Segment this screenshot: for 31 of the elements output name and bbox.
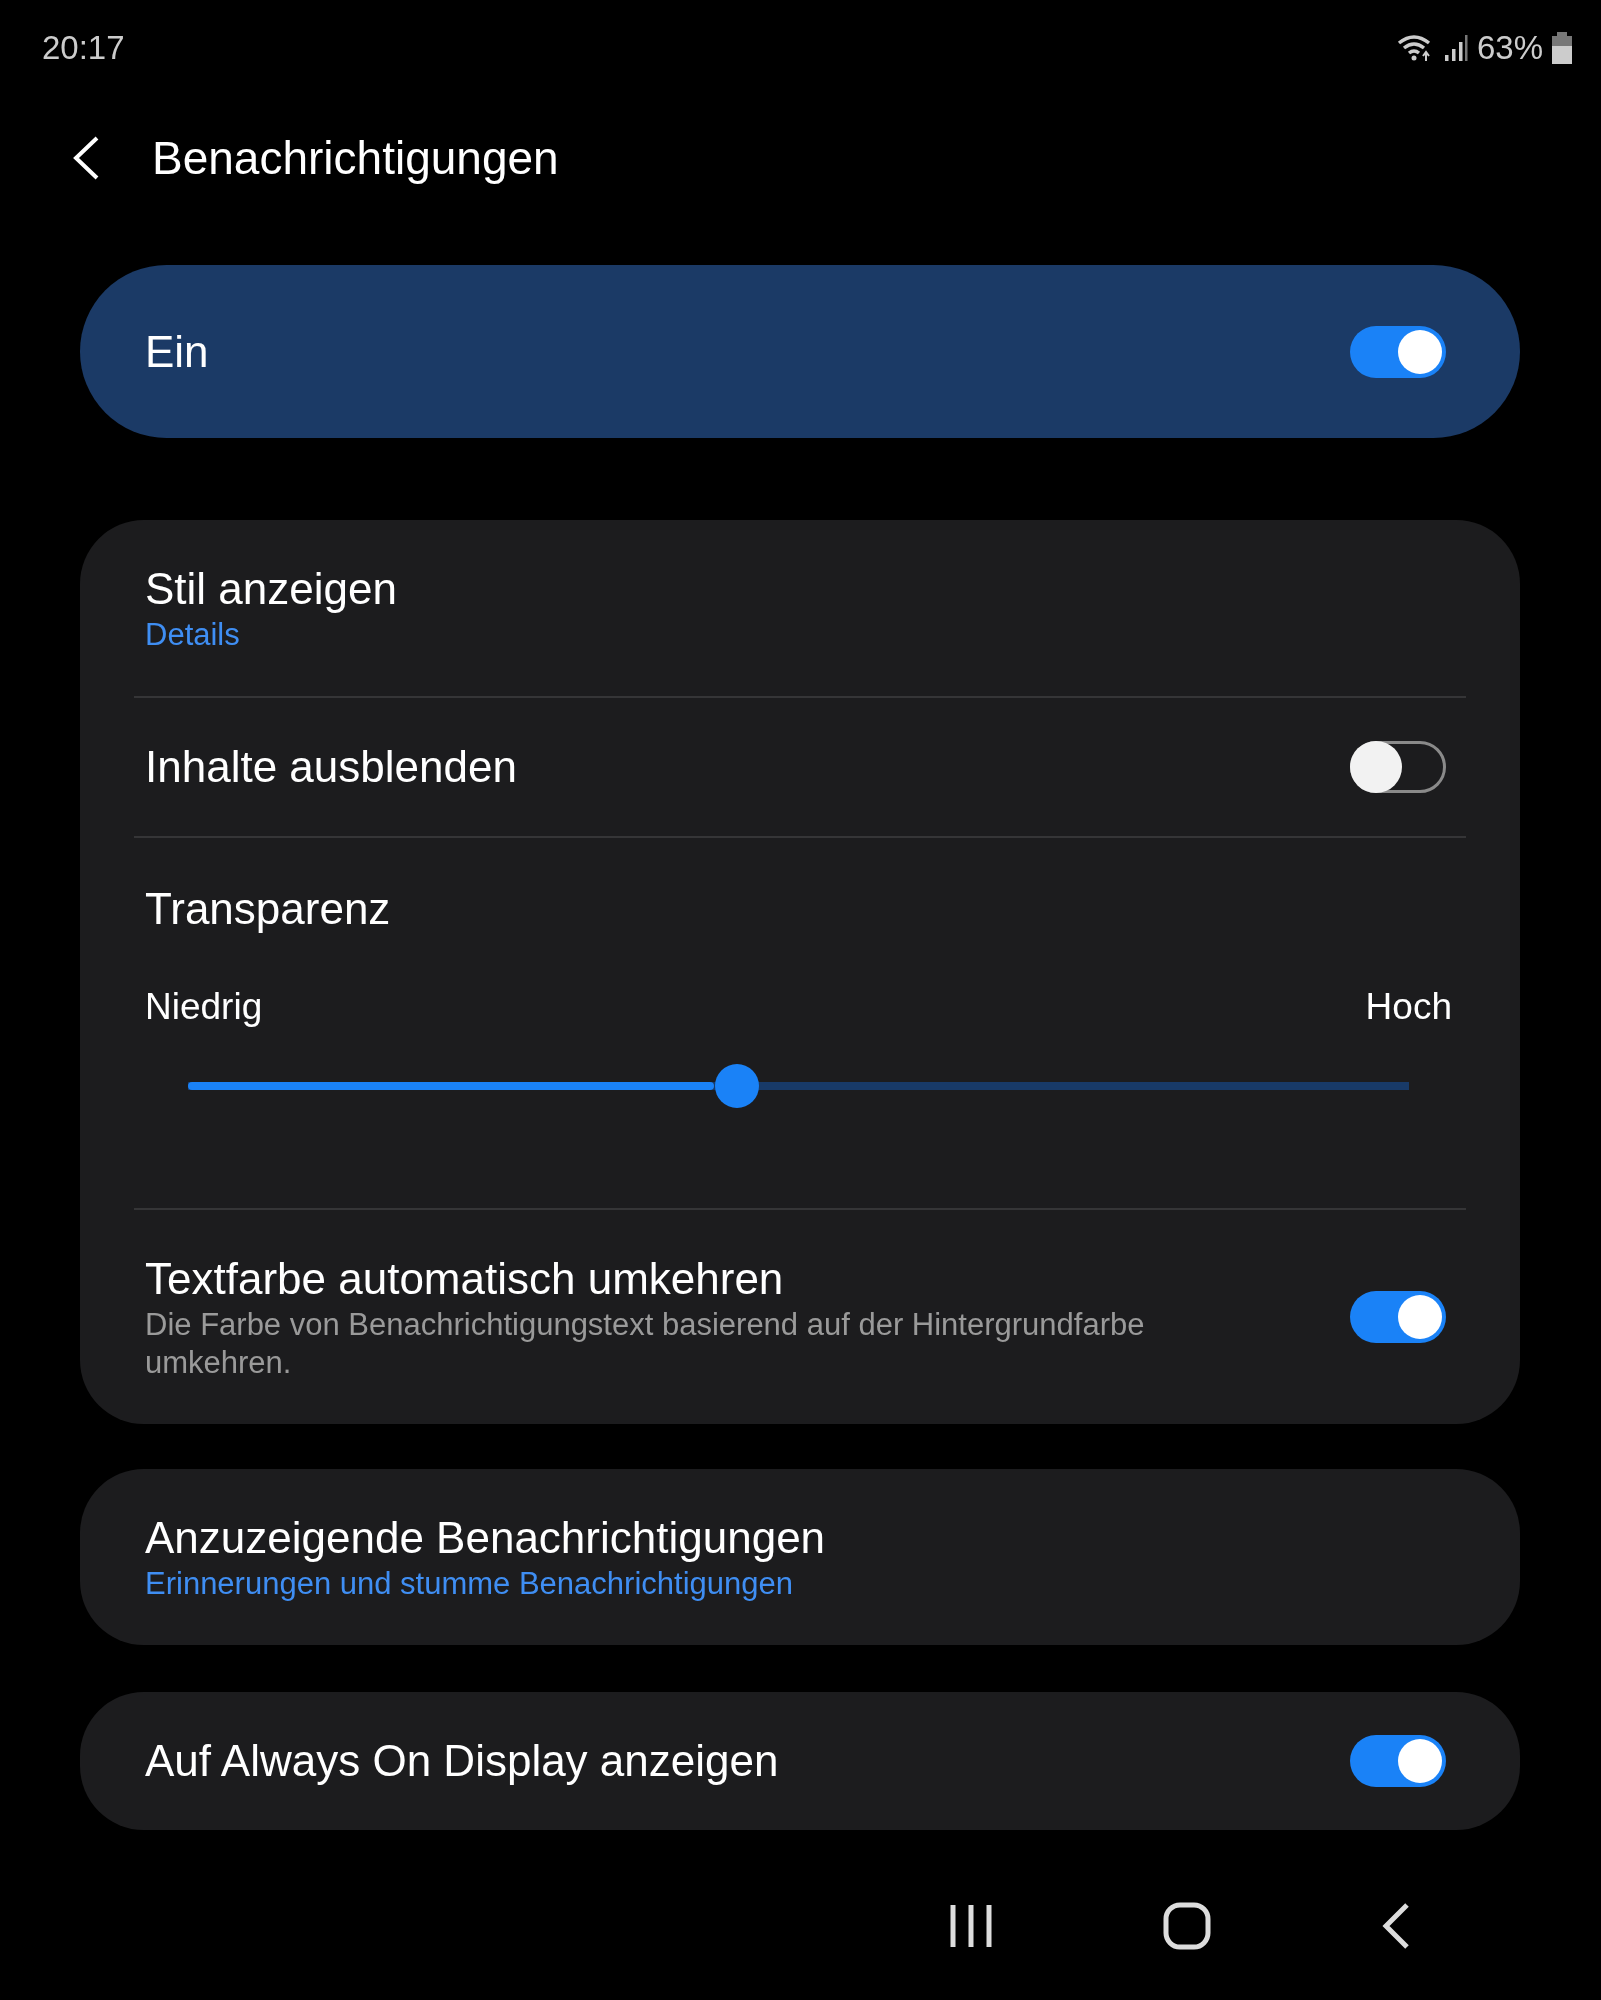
toggle-switch[interactable]	[1350, 325, 1446, 378]
setting-title: Anzuzeigende Benachrichtigungen	[145, 1512, 826, 1564]
setting-title: Auf Always On Display anzeigen	[145, 1735, 779, 1787]
toggle-switch[interactable]	[1350, 1291, 1446, 1343]
setting-row[interactable]: Inhalte ausblenden	[80, 698, 1520, 836]
setting-row[interactable]: Auf Always On Display anzeigen	[80, 1692, 1520, 1830]
toggle-switch[interactable]	[1350, 741, 1446, 793]
setting-title: Inhalte ausblenden	[145, 741, 517, 793]
setting-row[interactable]: Stil anzeigen Details	[80, 520, 1520, 696]
slider-max-label: Hoch	[1365, 986, 1452, 1028]
battery-icon	[1551, 31, 1573, 65]
master-switch-bar[interactable]: Ein	[80, 265, 1520, 438]
clock-time: 20:17	[42, 29, 125, 67]
setting-summary: Die Farbe von Benachrichtigungstext basierend auf der Hintergrundfarbe umkehren.	[145, 1306, 1146, 1382]
home-icon[interactable]	[1163, 1902, 1211, 1950]
switch-label: Ein	[145, 326, 209, 377]
setting-summary: Erinnerungen und stumme Benachrichtigungen	[145, 1565, 794, 1603]
setting-title: Textfarbe automatisch umkehren	[145, 1253, 785, 1305]
battery-percentage: 63%	[1476, 29, 1543, 67]
toggle-switch[interactable]	[1350, 1735, 1446, 1787]
recent-apps-icon[interactable]	[949, 1903, 993, 1949]
setting-summary: Details	[145, 616, 241, 654]
slider-min-label: Niedrig	[145, 986, 263, 1028]
setting-row[interactable]: Anzuzeigende Benachrichtigungen Erinnerungen und stumme Benachrichtigungen	[80, 1469, 1520, 1645]
signal-icon	[1442, 33, 1469, 63]
setting-row[interactable]: Textfarbe automatisch umkehren Die Farbe von Benachrichtigungstext basierend auf der Hintergrundfarbe umkehren.	[80, 1210, 1520, 1424]
setting-title: Transparenz	[145, 883, 392, 935]
setting-title: Stil anzeigen	[145, 563, 397, 615]
page-title: Benachrichtigungen	[152, 131, 559, 185]
back-icon[interactable]	[1381, 1902, 1411, 1950]
slider-thumb[interactable]	[715, 1064, 760, 1108]
